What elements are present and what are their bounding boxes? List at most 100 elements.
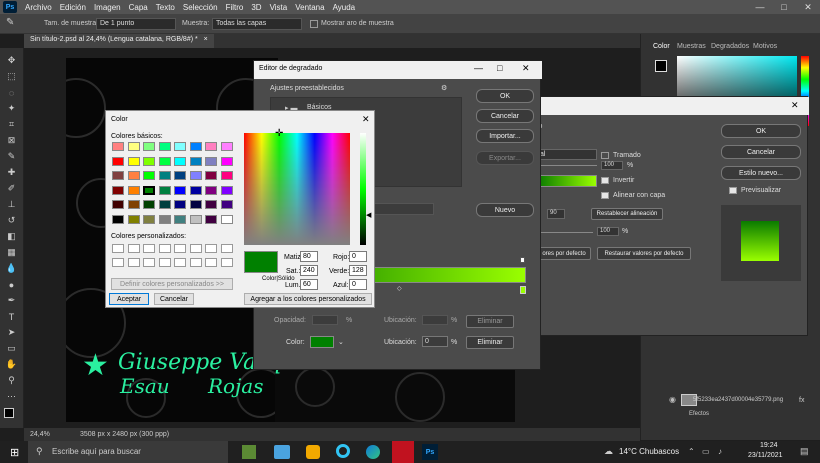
sample-select[interactable]: Todas las capas bbox=[212, 18, 302, 30]
dodge-tool-icon[interactable]: ● bbox=[4, 278, 19, 291]
tab-patterns[interactable]: Motivos bbox=[753, 43, 777, 50]
green-field[interactable]: 128 bbox=[349, 265, 367, 276]
preview-checkbox[interactable] bbox=[729, 187, 737, 194]
basic-color-swatch[interactable] bbox=[189, 214, 202, 224]
gradient-import-button[interactable]: Importar... bbox=[476, 129, 534, 143]
pen-tool-icon[interactable]: ✒ bbox=[4, 294, 19, 307]
menu-ayuda[interactable]: Ayuda bbox=[329, 3, 360, 12]
menu-archivo[interactable]: Archivo bbox=[21, 3, 56, 12]
notification-icon[interactable]: ▤ bbox=[800, 446, 809, 457]
eraser-tool-icon[interactable]: ◧ bbox=[4, 230, 19, 243]
restore-defaults-button[interactable]: Restaurar valores por defecto bbox=[597, 247, 691, 260]
stop-color-swatch[interactable] bbox=[310, 336, 334, 348]
gradient-cancel-button[interactable]: Cancelar bbox=[476, 109, 534, 123]
frame-tool-icon[interactable]: ⊠ bbox=[4, 134, 19, 147]
color-cancel-button[interactable]: Cancelar bbox=[154, 293, 194, 305]
menu-texto[interactable]: Texto bbox=[152, 3, 179, 12]
dither-checkbox[interactable] bbox=[601, 152, 609, 159]
midpoint-diamond[interactable]: ◇ bbox=[397, 285, 402, 292]
clock-date[interactable]: 23/11/2021 bbox=[748, 452, 783, 459]
lum-field[interactable]: 60 bbox=[300, 279, 318, 290]
document-tab[interactable]: Sin título-2.psd al 24,4% (Lengua catala… bbox=[24, 34, 214, 48]
shape-tool-icon[interactable]: ▭ bbox=[4, 342, 19, 355]
close-button[interactable]: ✕ bbox=[796, 0, 820, 14]
basic-color-swatch[interactable] bbox=[143, 142, 155, 151]
custom-color-swatch[interactable] bbox=[189, 244, 202, 253]
basic-color-swatch[interactable] bbox=[220, 214, 233, 224]
zoom-level[interactable]: 24,4% bbox=[30, 431, 50, 438]
menu-capa[interactable]: Capa bbox=[125, 3, 152, 12]
basic-color-swatch[interactable] bbox=[143, 200, 155, 209]
basic-color-swatch[interactable] bbox=[127, 156, 140, 166]
menu-imagen[interactable]: Imagen bbox=[90, 3, 125, 12]
basic-color-swatch[interactable] bbox=[220, 156, 233, 166]
basic-color-swatch[interactable] bbox=[143, 156, 155, 166]
basic-color-swatch[interactable] bbox=[112, 142, 124, 151]
tab-swatches[interactable]: Muestras bbox=[677, 43, 706, 50]
basic-color-swatch[interactable] bbox=[158, 185, 171, 195]
hand-tool-icon[interactable]: ✋ bbox=[4, 358, 19, 371]
custom-color-swatch[interactable] bbox=[127, 258, 140, 267]
opacity-field[interactable]: 100 bbox=[601, 161, 623, 170]
clock-time[interactable]: 19:24 bbox=[760, 442, 778, 449]
stop-color-dropdown-icon[interactable]: ⌄ bbox=[338, 338, 344, 346]
custom-color-swatch[interactable] bbox=[205, 244, 217, 253]
color-dialog-close-icon[interactable]: ✕ bbox=[362, 114, 370, 125]
reverse-checkbox[interactable] bbox=[601, 177, 609, 184]
basic-color-swatch[interactable] bbox=[205, 171, 217, 180]
custom-color-swatch[interactable] bbox=[174, 244, 186, 253]
custom-color-swatch[interactable] bbox=[220, 244, 233, 253]
basic-color-swatch[interactable] bbox=[189, 171, 202, 180]
gradient-new-button[interactable]: Nuevo bbox=[476, 203, 534, 217]
lasso-tool-icon[interactable]: ◌ bbox=[4, 86, 19, 99]
color-location-field[interactable]: 0 bbox=[422, 336, 448, 347]
gradient-export-button[interactable]: Exportar... bbox=[476, 151, 534, 165]
new-style-button[interactable]: Estilo nuevo... bbox=[721, 166, 801, 180]
default-values-button[interactable]: ores por defecto bbox=[537, 247, 591, 260]
basic-color-swatch[interactable] bbox=[127, 142, 140, 151]
eyedropper-icon[interactable]: ✎ bbox=[6, 17, 14, 28]
file-explorer-icon[interactable] bbox=[306, 445, 320, 459]
custom-color-swatch[interactable] bbox=[158, 258, 171, 267]
eyedropper-tool-icon[interactable]: ✎ bbox=[4, 150, 19, 163]
brush-tool-icon[interactable]: ✐ bbox=[4, 182, 19, 195]
basic-color-swatch[interactable] bbox=[158, 156, 171, 166]
ge-minimize-icon[interactable]: — bbox=[474, 63, 483, 73]
panel-foreground-swatch[interactable] bbox=[655, 60, 667, 72]
opacity-stop-right[interactable] bbox=[520, 257, 525, 263]
basic-color-swatch[interactable] bbox=[220, 200, 233, 209]
basic-color-swatch[interactable] bbox=[112, 185, 124, 195]
basic-color-swatch[interactable] bbox=[112, 214, 124, 224]
blur-tool-icon[interactable]: 💧 bbox=[4, 262, 19, 275]
luminance-slider[interactable] bbox=[360, 133, 366, 245]
menu-seleccion[interactable]: Selección bbox=[179, 3, 222, 12]
network-icon[interactable]: ▭ bbox=[702, 447, 710, 456]
basic-color-swatch[interactable] bbox=[205, 200, 217, 209]
basic-color-swatch[interactable] bbox=[220, 185, 233, 195]
weather-text[interactable]: 14°C Chubascos bbox=[619, 447, 679, 456]
layer-style-ok-button[interactable]: OK bbox=[721, 124, 801, 138]
custom-color-swatch[interactable] bbox=[220, 258, 233, 267]
presets-gear-icon[interactable]: ⚙ bbox=[441, 84, 447, 92]
basic-color-swatch[interactable] bbox=[112, 171, 124, 180]
ge-maximize-icon[interactable]: □ bbox=[497, 63, 502, 73]
basic-color-swatch[interactable] bbox=[174, 156, 186, 166]
basic-color-swatch[interactable] bbox=[158, 214, 171, 224]
basic-color-swatch[interactable] bbox=[174, 185, 186, 195]
crop-tool-icon[interactable]: ⌗ bbox=[4, 118, 19, 131]
mail-icon[interactable] bbox=[274, 445, 290, 459]
custom-color-swatch[interactable] bbox=[112, 244, 124, 253]
basic-color-swatch[interactable] bbox=[127, 200, 140, 209]
menu-3d[interactable]: 3D bbox=[247, 3, 265, 12]
basic-color-swatch[interactable] bbox=[205, 156, 217, 166]
layer-style-cancel-button[interactable]: Cancelar bbox=[721, 145, 801, 159]
custom-color-swatch[interactable] bbox=[174, 258, 186, 267]
opera-icon[interactable] bbox=[392, 441, 414, 463]
basic-color-swatch[interactable] bbox=[158, 171, 171, 180]
path-selection-icon[interactable]: ➤ bbox=[4, 326, 19, 339]
cortana-icon[interactable] bbox=[336, 444, 350, 458]
basic-color-swatch[interactable] bbox=[174, 200, 186, 209]
basic-color-swatch[interactable] bbox=[112, 200, 124, 209]
basic-color-swatch[interactable] bbox=[205, 185, 217, 195]
basic-color-swatch[interactable] bbox=[174, 171, 186, 180]
